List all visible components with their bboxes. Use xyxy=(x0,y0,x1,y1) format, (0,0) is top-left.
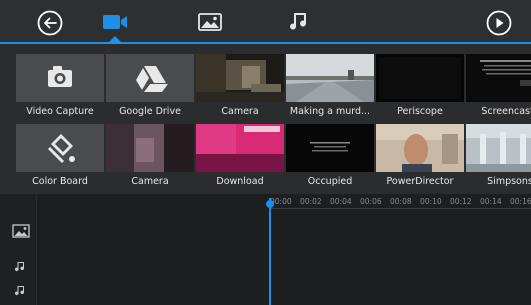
back-icon[interactable] xyxy=(37,10,63,36)
thumbnail xyxy=(196,124,284,172)
image-track-icon xyxy=(12,224,30,238)
item-label: Occupied xyxy=(307,176,353,187)
ruler-baseline xyxy=(270,208,531,209)
top-toolbar xyxy=(0,0,531,44)
thumbnail xyxy=(286,54,374,102)
tab-music[interactable] xyxy=(286,10,314,34)
time-tick: 00:16 xyxy=(510,197,531,206)
color-board-icon xyxy=(47,134,75,164)
tab-photo[interactable] xyxy=(196,10,224,34)
playhead[interactable] xyxy=(269,198,271,305)
item-label: Video Capture xyxy=(26,106,94,117)
tab-video[interactable] xyxy=(101,10,129,34)
video-camera-icon xyxy=(103,15,120,29)
item-label: Screencasts xyxy=(481,106,531,117)
thumbnail xyxy=(376,124,464,172)
thumbnail xyxy=(16,54,104,102)
time-tick: 00:02 xyxy=(300,197,322,206)
playhead-handle[interactable] xyxy=(266,200,274,208)
music-note-icon xyxy=(290,13,307,30)
media-library: Video Capture Google Drive Camera Making… xyxy=(0,44,531,194)
timeline: 00:00 00:02 00:04 00:06 00:08 00:10 00:1… xyxy=(0,194,531,305)
thumbnail xyxy=(376,54,464,102)
time-tick: 00:08 xyxy=(390,197,412,206)
item-label: Making a murd... xyxy=(289,106,371,117)
thumbnail xyxy=(466,54,531,102)
item-label: Camera xyxy=(131,176,169,187)
time-tick: 00:10 xyxy=(420,197,442,206)
time-tick: 00:12 xyxy=(450,197,472,206)
item-label: Simpsons xyxy=(487,176,531,187)
thumbnail xyxy=(106,124,194,172)
item-label: Google Drive xyxy=(119,106,181,117)
thumbnail xyxy=(466,124,531,172)
track-header-column xyxy=(0,194,37,305)
thumbnail xyxy=(196,54,284,102)
thumbnail xyxy=(106,54,194,102)
music-track-icon xyxy=(15,262,25,272)
time-tick: 00:04 xyxy=(330,197,352,206)
time-tick: 00:14 xyxy=(480,197,502,206)
thumbnail xyxy=(286,124,374,172)
item-label: PowerDirector xyxy=(386,176,454,187)
item-label: Download xyxy=(216,176,264,187)
google-drive-icon xyxy=(136,66,168,92)
music-track-icon xyxy=(15,286,25,296)
camera-icon xyxy=(48,66,72,87)
play-icon[interactable] xyxy=(486,10,512,36)
time-tick: 00:06 xyxy=(360,197,382,206)
item-label: Periscope xyxy=(397,106,443,117)
thumbnail xyxy=(16,124,104,172)
item-label: Color Board xyxy=(32,176,88,187)
item-label: Camera xyxy=(221,106,259,117)
